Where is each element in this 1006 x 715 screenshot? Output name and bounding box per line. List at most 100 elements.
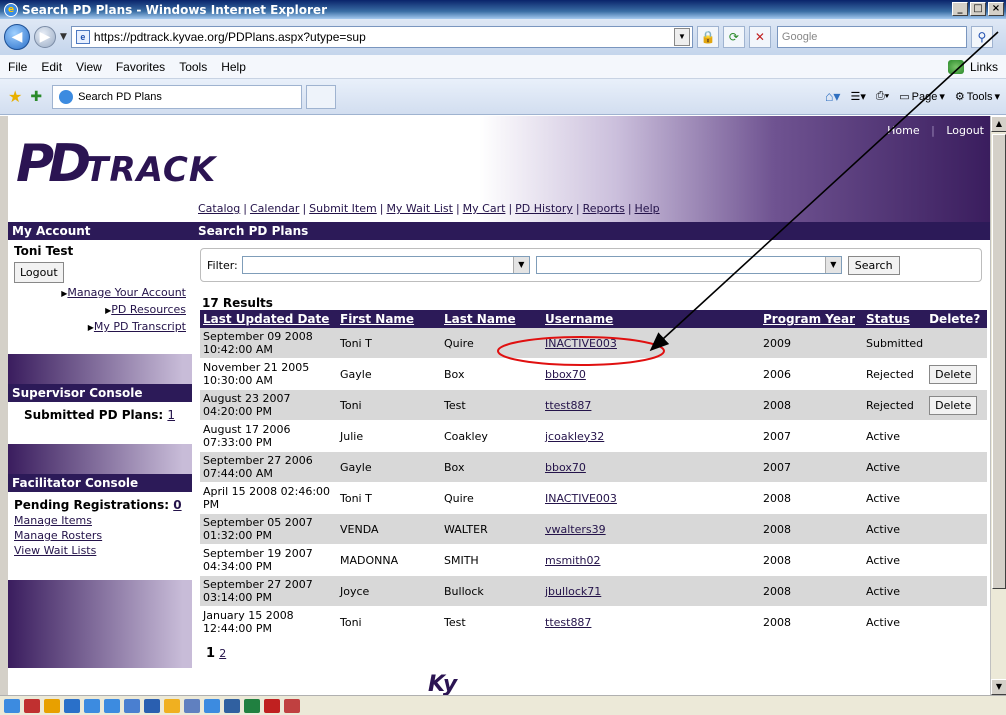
menu-favorites[interactable]: Favorites [116,60,165,74]
username-link[interactable]: ttest887 [545,399,591,412]
cell-last-updated: April 15 2008 02:46:00 PM [200,482,337,514]
home-link[interactable]: Home [887,124,919,137]
manage-items-link[interactable]: Manage Items [14,514,92,527]
taskbar-app-icon[interactable] [104,698,120,713]
pd-resources-link[interactable]: PD Resources [111,303,186,316]
taskbar-app-icon[interactable] [124,698,140,713]
username-link[interactable]: bbox70 [545,368,586,381]
feeds-icon[interactable]: ☰▾ [850,90,865,103]
menu-tools[interactable]: Tools [179,60,207,74]
username-link[interactable]: ttest887 [545,616,591,629]
tab-page-icon [59,89,74,104]
tab-label: Search PD Plans [78,90,162,103]
address-field[interactable]: e https://pdtrack.kyvae.org/PDPlans.aspx… [70,26,693,48]
scroll-down-icon[interactable]: ▼ [991,679,1006,695]
minimize-button[interactable]: _ [952,2,968,16]
col-username[interactable]: Username [542,310,760,328]
nav-pd-history[interactable]: PD History [515,202,573,215]
username-link[interactable]: INACTIVE003 [545,337,617,350]
taskbar-app-icon[interactable] [164,698,180,713]
links-menu[interactable]: Links [970,60,998,74]
username-link[interactable]: INACTIVE003 [545,492,617,505]
scroll-thumb[interactable] [992,134,1006,589]
col-program-year[interactable]: Program Year [760,310,863,328]
back-button[interactable]: ◀ [4,24,30,50]
nav-catalog[interactable]: Catalog [198,202,240,215]
tab-search-pd-plans[interactable]: Search PD Plans [52,84,303,109]
add-favorite-icon[interactable]: ✚ [30,89,42,105]
cell-username: msmith02 [542,544,760,576]
cell-first-name: MADONNA [337,544,441,576]
taskbar-app-icon[interactable] [24,698,40,713]
cell-first-name: VENDA [337,513,441,545]
menu-edit[interactable]: Edit [41,60,62,74]
delete-button[interactable]: Delete [929,395,978,415]
maximize-button[interactable]: □ [970,2,986,16]
pdtrack-logo[interactable]: PDTRACK [16,134,216,194]
table-row: November 21 2005 10:30:00 AM Gayle Box bbox… [200,358,987,390]
username-link[interactable]: jcoakley32 [545,430,604,443]
username-link[interactable]: vwalters39 [545,523,606,536]
tools-menu[interactable]: ⚙ Tools ▾ [955,90,1000,104]
scroll-up-icon[interactable]: ▲ [991,116,1006,132]
new-tab-button[interactable] [306,84,337,109]
submitted-plans-count[interactable]: 1 [167,408,175,422]
taskbar-app-icon[interactable] [64,698,80,713]
taskbar-app-icon[interactable] [244,698,260,713]
taskbar-ie-icon[interactable] [4,698,20,713]
search-input[interactable]: Google [776,26,967,48]
history-dropdown-icon[interactable]: ▼ [60,32,67,42]
nav-calendar[interactable]: Calendar [250,202,299,215]
taskbar-app-icon[interactable] [144,698,160,713]
logout-link[interactable]: Logout [946,124,984,137]
search-placeholder: Google [781,31,818,43]
search-go-icon[interactable]: ⚲ [970,26,993,48]
forward-button[interactable]: ▶ [34,26,56,48]
sidebar-logout-button[interactable]: Logout [14,262,64,283]
nav-help[interactable]: Help [635,202,660,215]
taskbar-app-icon[interactable] [184,698,200,713]
page-menu[interactable]: ▭ Page ▾ [899,90,945,104]
col-first-name[interactable]: First Name [337,310,441,328]
close-window-button[interactable]: × [988,2,1004,16]
manage-rosters-link[interactable]: Manage Rosters [14,529,102,542]
cell-first-name: Gayle [337,451,441,483]
cell-first-name: Toni [337,606,441,638]
pager-next-page[interactable]: 2 [219,647,226,660]
username-link[interactable]: jbullock71 [545,585,601,598]
view-wait-lists-link[interactable]: View Wait Lists [14,544,96,557]
col-status[interactable]: Status [863,310,927,328]
pd-transcript-link[interactable]: My PD Transcript [94,320,186,333]
refresh-icon[interactable]: ⟳ [722,26,745,48]
delete-button[interactable]: Delete [929,364,978,384]
print-icon[interactable]: ⎙▾ [876,90,889,103]
nav-reports[interactable]: Reports [583,202,625,215]
address-dropdown-icon[interactable]: ▼ [673,28,690,46]
lock-icon[interactable]: 🔒 [696,26,719,48]
taskbar-app-icon[interactable] [44,698,60,713]
filter-value-select[interactable]: ▼ [535,256,842,274]
col-last-updated[interactable]: Last Updated Date [200,310,337,328]
home-icon[interactable]: ⌂▾ [825,88,840,105]
favorites-star-icon[interactable]: ★ [8,87,22,106]
nav-submit-item[interactable]: Submit Item [309,202,377,215]
search-button[interactable]: Search [847,255,900,275]
menu-help[interactable]: Help [221,60,246,74]
col-last-name[interactable]: Last Name [441,310,542,328]
filter-field-select[interactable]: ▼ [241,256,530,274]
taskbar-app-icon[interactable] [224,698,240,713]
username-link[interactable]: bbox70 [545,461,586,474]
page-scrollbar[interactable]: ▲ ▼ [990,116,1006,695]
stop-icon[interactable]: ✕ [748,26,771,48]
taskbar-app-icon[interactable] [284,698,300,713]
nav-my-wait-list[interactable]: My Wait List [386,202,453,215]
pending-registrations-count[interactable]: 0 [173,498,181,512]
username-link[interactable]: msmith02 [545,554,601,567]
manage-account-link[interactable]: Manage Your Account [67,286,186,299]
taskbar-app-icon[interactable] [204,698,220,713]
menu-file[interactable]: File [8,60,27,74]
menu-view[interactable]: View [76,60,102,74]
taskbar-app-icon[interactable] [264,698,280,713]
taskbar-app-icon[interactable] [84,698,100,713]
nav-my-cart[interactable]: My Cart [463,202,506,215]
